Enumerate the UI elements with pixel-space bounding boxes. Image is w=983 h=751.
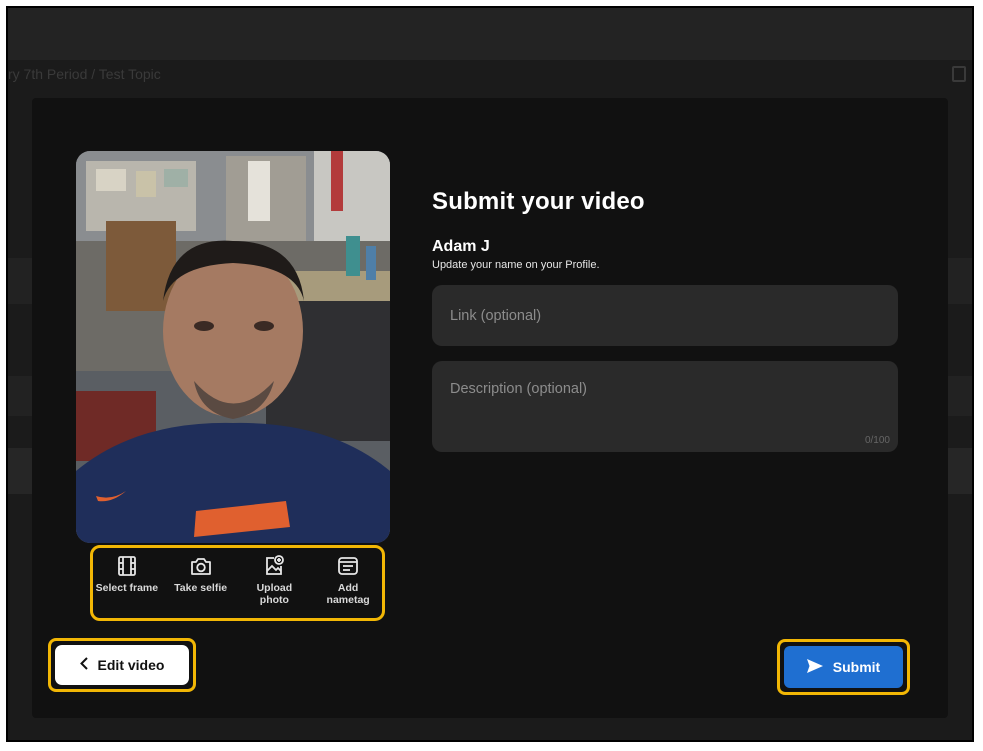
upload-photo-icon [263, 555, 285, 577]
background-bookmark-icon [952, 66, 966, 82]
camera-icon [190, 555, 212, 577]
select-frame-label: Select frame [95, 582, 159, 594]
thumbnail-tools: Select frame Take selfie Upload photo Ad… [90, 545, 385, 621]
film-frame-icon [116, 555, 138, 577]
background-topbar [8, 8, 972, 60]
select-frame-button[interactable]: Select frame [94, 555, 160, 594]
user-name: Adam J [432, 238, 490, 255]
modal-title: Submit your video [432, 188, 645, 215]
link-input[interactable] [432, 285, 898, 346]
chevron-left-icon [79, 657, 88, 673]
edit-video-button[interactable]: Edit video [55, 645, 189, 685]
add-nametag-label: Add nametag [326, 582, 370, 606]
submit-label: Submit [832, 659, 881, 675]
take-selfie-button[interactable]: Take selfie [168, 555, 234, 594]
description-counter: 0/100 [864, 435, 890, 446]
video-thumbnail-image [76, 151, 390, 543]
take-selfie-label: Take selfie [174, 582, 228, 594]
app-window: ry 7th Period / Test Topic Select frame … [6, 6, 974, 742]
submit-form: Submit your video Adam J Update your nam… [432, 188, 898, 452]
description-wrapper: 0/100 [432, 361, 898, 452]
edit-video-label: Edit video [97, 657, 165, 673]
nametag-icon [337, 555, 359, 577]
description-input[interactable] [432, 361, 898, 452]
upload-photo-button[interactable]: Upload photo [241, 555, 307, 606]
background-breadcrumb: ry 7th Period / Test Topic [8, 66, 161, 82]
add-nametag-button[interactable]: Add nametag [315, 555, 381, 606]
name-hint: Update your name on your Profile. [432, 259, 600, 271]
submit-video-modal: Select frame Take selfie Upload photo Ad… [32, 98, 948, 718]
video-preview[interactable] [76, 151, 390, 543]
send-icon [806, 658, 823, 676]
submit-button[interactable]: Submit [784, 646, 903, 688]
upload-photo-label: Upload photo [256, 582, 293, 606]
